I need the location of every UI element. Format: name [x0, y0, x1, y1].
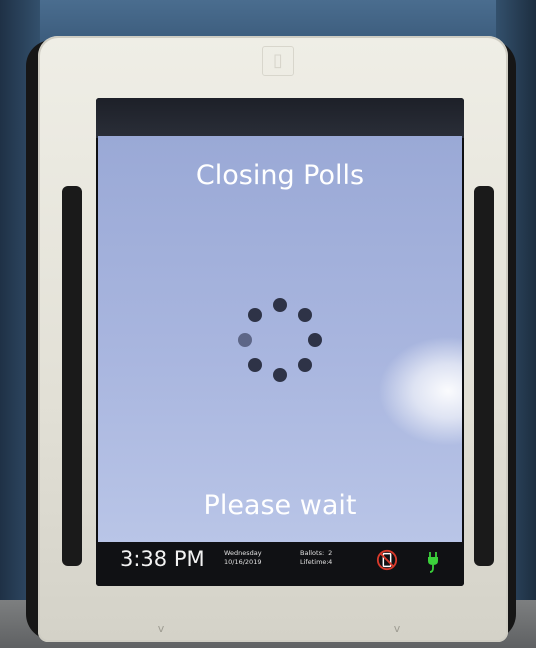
hinge-left-icon: v — [157, 622, 165, 635]
date-display: Wednesday 10/16/2019 — [224, 549, 262, 567]
page-title: Closing Polls — [195, 160, 365, 191]
spinner-dot — [238, 333, 252, 347]
lifetime-count: 4 — [328, 558, 333, 566]
main-panel: Closing Polls Please wait — [98, 136, 462, 542]
spinner-dot — [273, 298, 287, 312]
spinner-dot — [298, 358, 312, 372]
spinner-dot — [298, 308, 312, 322]
ballots-label: Ballots: — [300, 549, 325, 557]
spinner-dot — [273, 368, 287, 382]
ballot-counters: Ballots: 2 Lifetime: 4 — [300, 549, 332, 567]
screen-glare — [378, 336, 462, 446]
weekday: Wednesday — [224, 549, 262, 557]
bezel-grip-right — [474, 186, 494, 566]
bezel-grip-left — [62, 186, 82, 566]
spinner-dot — [308, 333, 322, 347]
touchscreen-display: Closing Polls Please wait 3:38 PM Wednes… — [96, 98, 464, 586]
clock: 3:38 PM — [120, 547, 205, 571]
status-bar: 3:38 PM Wednesday 10/16/2019 Ballots: 2 … — [96, 542, 464, 586]
spinner-dot — [248, 358, 262, 372]
date: 10/16/2019 — [224, 558, 262, 566]
no-device-icon — [376, 549, 398, 571]
lifetime-label: Lifetime: — [300, 558, 329, 566]
hinge-right-icon: v — [393, 622, 401, 635]
bezel-logo-icon: ▯ — [262, 46, 294, 76]
power-plug-icon — [428, 552, 438, 573]
screen-top-bar — [96, 98, 464, 138]
status-message: Please wait — [203, 490, 357, 521]
loading-spinner — [238, 298, 322, 382]
ballots-count: 2 — [328, 549, 333, 557]
spinner-dot — [248, 308, 262, 322]
